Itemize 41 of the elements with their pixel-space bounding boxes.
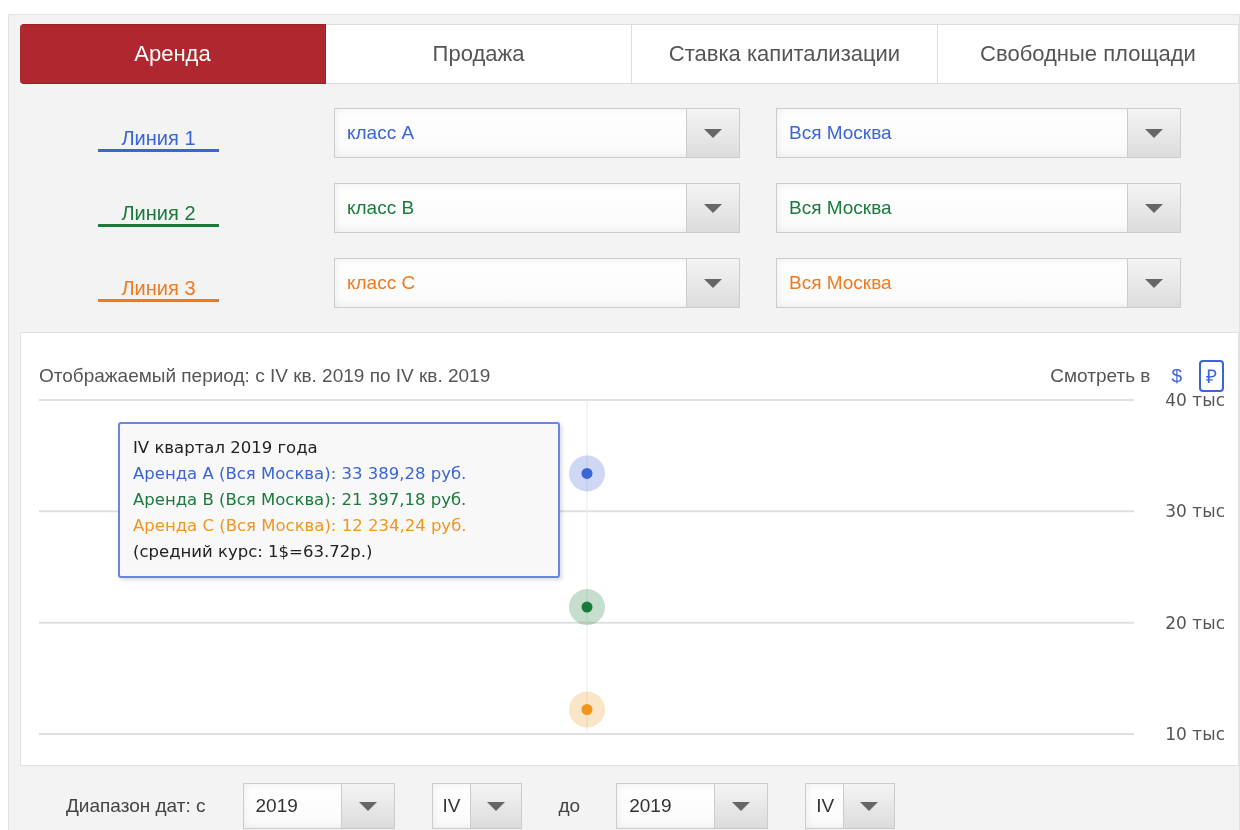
class-dropdown[interactable]: класс C — [334, 258, 740, 308]
caret-icon — [1145, 203, 1163, 213]
caret-icon — [732, 801, 751, 811]
caret-icon — [704, 203, 722, 213]
caret-icon — [486, 801, 505, 811]
year-dropdown[interactable]: 2019 — [616, 783, 769, 829]
tooltip-note: (средний курс: 1$=63.72р.) — [133, 541, 374, 563]
caret-icon — [704, 128, 722, 138]
line-legend-link[interactable]: Линия 2 — [98, 189, 219, 227]
region-dropdown[interactable]: Вся Москва — [776, 258, 1181, 308]
tab[interactable]: Ставка капитализации — [632, 24, 938, 84]
tab[interactable]: Продажа — [326, 24, 632, 84]
tab[interactable]: Свободные площади — [938, 24, 1239, 84]
caret-icon — [704, 278, 722, 288]
y-axis-label: 30 тыс — [1165, 501, 1225, 522]
caret-icon — [358, 801, 377, 811]
y-axis-label: 40 тыс — [1165, 390, 1225, 410]
quarter-dropdown[interactable]: IV — [805, 783, 896, 829]
currency-toggle[interactable]: $ — [1164, 362, 1189, 390]
tooltip-entry: Аренда B (Вся Москва): 21 397,18 руб. — [133, 489, 468, 511]
to-label: до — [558, 795, 581, 817]
view-in-label: Смотреть в — [1050, 365, 1151, 387]
year-dropdown[interactable]: 2019 — [242, 783, 395, 829]
line-legend-link[interactable]: Линия 1 — [98, 114, 219, 152]
period-text: Отображаемый период: с IV кв. 2019 по IV кв. 2019 — [39, 365, 491, 387]
tooltip-entry: Аренда C (Вся Москва): 12 234,24 руб. — [133, 515, 468, 537]
tooltip-entry: Аренда A (Вся Москва): 33 389,28 руб. — [133, 463, 468, 485]
class-dropdown[interactable]: класс A — [334, 108, 740, 158]
class-dropdown[interactable]: класс B — [334, 183, 740, 233]
region-dropdown[interactable]: Вся Москва — [776, 108, 1181, 158]
region-dropdown[interactable]: Вся Москва — [776, 183, 1181, 233]
caret-icon — [1145, 278, 1163, 288]
tab[interactable]: Аренда — [20, 24, 326, 84]
quarter-dropdown[interactable]: IV — [431, 783, 522, 829]
y-axis-label: 10 тыс — [1165, 724, 1225, 744]
tooltip-title: IV квартал 2019 года — [133, 437, 319, 459]
caret-icon — [860, 801, 879, 811]
currency-toggle[interactable]: ₽ — [1199, 360, 1224, 392]
caret-icon — [1145, 128, 1163, 138]
y-axis-label: 20 тыс — [1165, 612, 1225, 633]
date-range-label: Диапазон дат: с — [66, 795, 206, 817]
